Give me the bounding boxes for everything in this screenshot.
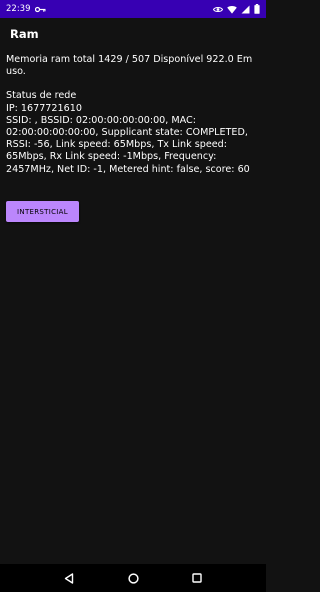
status-bar-left: 22:39 [6, 4, 46, 14]
home-icon[interactable] [126, 571, 140, 585]
network-status-title: Status de rede [6, 90, 77, 102]
main-content: Memoria ram total 1429 / 507 Disponível … [6, 54, 264, 176]
eye-icon [213, 6, 223, 13]
recents-icon[interactable] [190, 571, 204, 585]
key-icon [34, 6, 46, 13]
navigation-bar [0, 564, 266, 592]
network-status-section: Status de rede IP: 1677721610 SSID: , BS… [6, 90, 264, 175]
status-bar-right [213, 4, 260, 14]
back-icon[interactable] [62, 571, 76, 585]
battery-icon [254, 4, 260, 14]
wifi-icon [227, 5, 237, 14]
memory-info-text: Memoria ram total 1429 / 507 Disponível … [6, 54, 253, 78]
wifi-info-text: SSID: , BSSID: 02:00:00:00:00:00, MAC: 0… [6, 114, 250, 175]
status-time: 22:39 [6, 4, 31, 14]
interstitial-button[interactable]: INTERSTICIAL [6, 201, 79, 222]
ip-address-text: IP: 1677721610 [6, 102, 82, 114]
signal-icon [241, 5, 250, 14]
status-bar: 22:39 [0, 0, 266, 18]
page-title: Ram [10, 27, 39, 41]
app-bar: Ram [0, 18, 266, 52]
